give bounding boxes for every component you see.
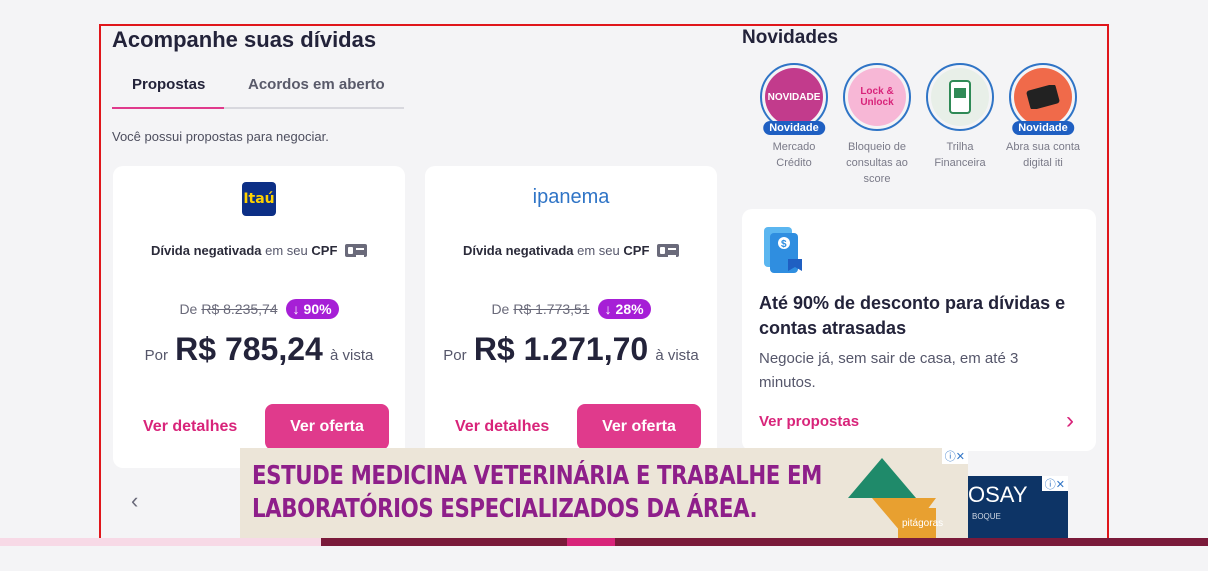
price-suffix: à vista — [330, 347, 374, 364]
details-link[interactable]: Ver detalhes — [143, 418, 237, 436]
side-ad-sub: BOQUE — [972, 512, 1001, 521]
story-trilha-financeira[interactable]: Trilha Financeira — [920, 63, 1000, 171]
promo-body: Negocie já, sem sair de casa, em até 3 m… — [759, 350, 1019, 391]
carousel-prev-icon[interactable]: ‹ — [131, 488, 138, 514]
bottom-strip — [0, 538, 1208, 546]
ad-headline-line1: ESTUDE MEDICINA VETERINÁRIA E TRABALHE E… — [252, 461, 822, 491]
tab-acordos-em-aberto[interactable]: Acordos em aberto — [248, 76, 385, 93]
discount-badge: ↓ 90% — [285, 299, 339, 319]
novidade-badge: Novidade — [763, 121, 825, 135]
section-title: Acompanhe suas dívidas — [112, 27, 377, 52]
original-price-row: De R$ 1.773,51 ↓ 28% — [425, 299, 717, 319]
advertisement-banner[interactable]: ESTUDE MEDICINA VETERINÁRIA E TRABALHE E… — [240, 448, 968, 538]
debt-cpf: CPF — [311, 243, 338, 258]
story-ring: Novidade — [1009, 63, 1077, 135]
card-icon — [1026, 85, 1060, 109]
id-card-icon — [345, 244, 368, 257]
phone-icon — [949, 80, 971, 114]
from-label: De — [179, 301, 198, 317]
story-label: Bloqueio de consultas ao score — [846, 141, 908, 185]
debt-connector: em seu — [265, 243, 308, 258]
proposals-subtitle: Você possui propostas para negociar. — [112, 129, 329, 144]
ver-propostas-link[interactable]: Ver propostas — [759, 413, 859, 430]
discount-badge: ↓ 28% — [597, 299, 651, 319]
chevron-right-icon[interactable]: › — [1066, 407, 1074, 435]
offer-button[interactable]: Ver oferta — [265, 404, 389, 450]
side-ad-close-icon[interactable]: ⓘ✕ — [1041, 476, 1068, 491]
debt-status: Dívida negativada — [150, 243, 262, 258]
promo-heading: Até 90% de desconto para dívidas e conta… — [759, 293, 1066, 338]
promo-card: $ Até 90% de desconto para dívidas e con… — [742, 209, 1096, 451]
original-price-row: De R$ 8.235,74 ↓ 90% — [113, 299, 405, 319]
bottom-strip-segment — [567, 538, 615, 546]
debt-description: Dívida negativada em seu CPF — [113, 243, 405, 258]
debt-status: Dívida negativada — [462, 243, 574, 258]
story-image — [1014, 68, 1072, 126]
offer-price-row: Por R$ 1.271,70 à vista — [425, 331, 717, 368]
from-label: De — [491, 301, 510, 317]
ad-headline-line2: LABORATÓRIOS ESPECIALIZADOS DA ÁREA. — [252, 494, 758, 524]
debt-cpf: CPF — [623, 243, 650, 258]
offer-button[interactable]: Ver oferta — [577, 404, 701, 450]
story-ring — [926, 63, 994, 131]
story-ring: NOVIDADE Novidade — [760, 63, 828, 135]
offer-price: R$ 1.271,70 — [473, 331, 649, 367]
story-conta-digital-iti[interactable]: Novidade Abra sua conta digital iti — [1003, 63, 1083, 171]
price-suffix: à vista — [655, 347, 699, 364]
active-tab-indicator — [112, 107, 224, 109]
debt-connector: em seu — [577, 243, 620, 258]
story-bloqueio-consultas[interactable]: Lock & Unlock Bloqueio de consultas ao s… — [837, 63, 917, 187]
proposal-card-itau: Itaú Dívida negativada em seu CPF De R$ 8… — [113, 166, 405, 468]
story-image: NOVIDADE — [765, 68, 823, 126]
bottom-strip-segment — [321, 538, 1208, 546]
story-label: Mercado Crédito — [772, 141, 816, 169]
offer-price-row: Por R$ 785,24 à vista — [113, 331, 405, 368]
old-price: R$ 1.773,51 — [513, 301, 590, 317]
price-prefix: Por — [144, 347, 168, 364]
novidade-badge: Novidade — [1012, 121, 1074, 135]
ipanema-logo: ipanema — [532, 186, 610, 208]
price-prefix: Por — [443, 347, 467, 364]
story-image: Lock & Unlock — [848, 68, 906, 126]
story-label: Abra sua conta digital iti — [1006, 141, 1080, 169]
story-image — [931, 68, 989, 126]
debt-description: Dívida negativada em seu CPF — [425, 243, 717, 258]
offer-price: R$ 785,24 — [175, 331, 323, 367]
ad-headline: ESTUDE MEDICINA VETERINÁRIA E TRABALHE E… — [252, 460, 822, 526]
story-ring: Lock & Unlock — [843, 63, 911, 131]
tab-propostas[interactable]: Propostas — [132, 76, 205, 93]
old-price: R$ 8.235,74 — [201, 301, 278, 317]
side-ad-text: OSAY — [968, 482, 1028, 507]
proposal-card-ipanema: ipanema Dívida negativada em seu CPF De R… — [425, 166, 717, 468]
ad-close-icon[interactable]: ⓘ✕ — [941, 448, 968, 464]
tab-bar: Propostas Acordos em aberto — [112, 72, 404, 109]
story-label: Trilha Financeira — [934, 141, 986, 169]
ad-brand: pitágoras — [902, 518, 944, 529]
svg-text:$: $ — [781, 239, 787, 250]
id-card-icon — [657, 244, 680, 257]
bottom-strip-segment — [0, 538, 321, 546]
side-advertisement[interactable]: OSAY BOQUE ⓘ✕ — [968, 476, 1068, 538]
news-title: Novidades — [742, 27, 839, 48]
details-link[interactable]: Ver detalhes — [455, 418, 549, 436]
bill-discount-icon: $ — [764, 227, 802, 273]
itau-logo: Itaú — [242, 182, 276, 216]
story-mercado-credito[interactable]: NOVIDADE Novidade Mercado Crédito — [754, 63, 834, 171]
